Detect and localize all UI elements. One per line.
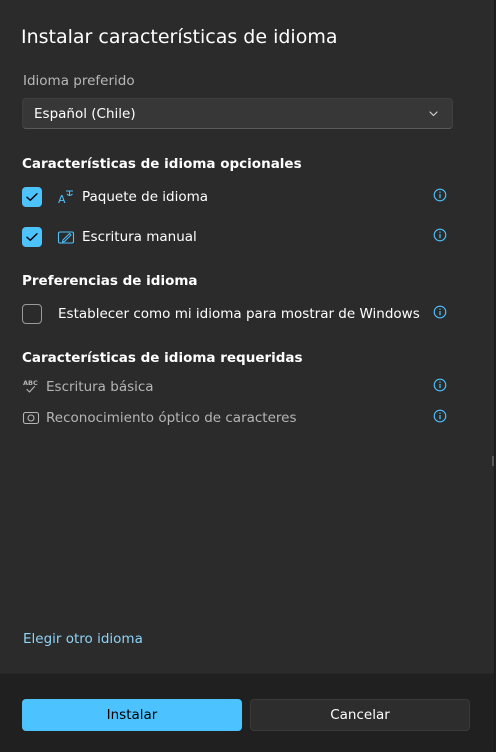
preferred-language-value: Español (Chile) xyxy=(34,106,136,122)
handwriting-icon xyxy=(57,231,75,244)
install-language-features-dialog: Instalar características de idioma Idiom… xyxy=(0,0,495,752)
preference-row-display-language: Establecer como mi idioma para mostrar d… xyxy=(22,304,447,326)
svg-text:ABC: ABC xyxy=(23,379,38,387)
handwriting-checkbox[interactable] xyxy=(22,227,42,247)
info-icon[interactable] xyxy=(433,409,447,423)
preferred-language-dropdown[interactable]: Español (Chile) xyxy=(22,98,453,129)
feature-row-language-pack: A Paquete de idioma xyxy=(22,187,447,209)
resize-grip xyxy=(492,456,494,466)
checkmark-icon xyxy=(26,233,38,241)
language-pack-icon: A xyxy=(58,190,73,206)
display-language-label: Establecer como mi idioma para mostrar d… xyxy=(58,306,420,322)
dialog-footer: Instalar Cancelar xyxy=(0,673,494,752)
feature-row-handwriting: Escritura manual xyxy=(22,227,447,249)
ocr-camera-icon xyxy=(22,411,40,425)
display-language-checkbox[interactable] xyxy=(22,304,42,324)
required-row-basic-typing: ABC Escritura básica xyxy=(22,377,447,399)
info-icon[interactable] xyxy=(433,378,447,392)
choose-other-language-link[interactable]: Elegir otro idioma xyxy=(23,631,143,647)
required-features-heading: Características de idioma requeridas xyxy=(22,350,303,366)
cancel-button[interactable]: Cancelar xyxy=(250,699,470,731)
language-pack-label: Paquete de idioma xyxy=(82,189,209,205)
dialog-title: Instalar características de idioma xyxy=(21,26,338,48)
optional-features-heading: Características de idioma opcionales xyxy=(22,156,302,172)
required-row-ocr: Reconocimiento óptico de caracteres xyxy=(22,408,447,430)
language-pack-checkbox[interactable] xyxy=(22,187,42,207)
checkmark-icon xyxy=(26,193,38,201)
install-button[interactable]: Instalar xyxy=(22,699,242,731)
ocr-label: Reconocimiento óptico de caracteres xyxy=(46,410,297,426)
basic-typing-label: Escritura básica xyxy=(46,379,154,395)
svg-text:A: A xyxy=(58,193,66,206)
preferred-language-label: Idioma preferido xyxy=(23,73,135,89)
info-icon[interactable] xyxy=(433,188,447,202)
chevron-down-icon xyxy=(429,111,438,117)
language-preferences-heading: Preferencias de idioma xyxy=(22,273,198,289)
handwriting-label: Escritura manual xyxy=(82,229,197,245)
info-icon[interactable] xyxy=(433,305,447,319)
info-icon[interactable] xyxy=(433,228,447,242)
spellcheck-icon: ABC xyxy=(23,379,38,393)
